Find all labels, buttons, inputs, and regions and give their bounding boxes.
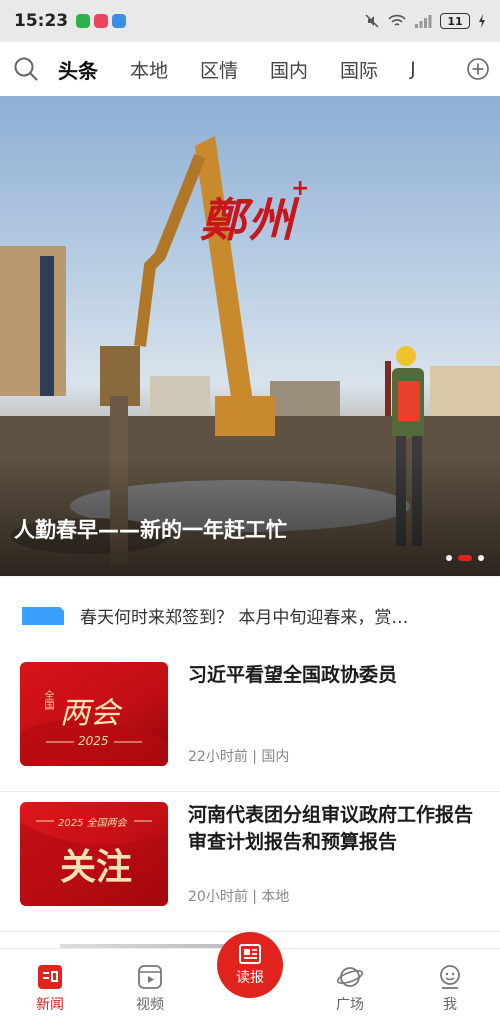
- tab-more-partial[interactable]: J: [394, 58, 432, 80]
- search-button[interactable]: [0, 42, 52, 96]
- news-thumbnail: 2025 全国两会 关注: [20, 802, 168, 906]
- carousel-dots: [446, 555, 484, 561]
- tab-international[interactable]: 国际: [324, 56, 394, 83]
- nav-video[interactable]: 视频: [100, 948, 200, 1020]
- battery-icon: 11: [440, 13, 470, 29]
- news-body: 河南代表团分组审议政府工作报告 审查计划报告和预算报告 20小时前 | 本地: [188, 802, 480, 906]
- nav-reader[interactable]: 读报: [200, 932, 300, 1020]
- tab-headlines[interactable]: 头条: [52, 55, 114, 84]
- signal-icon: [415, 15, 432, 28]
- status-bar: 15:23 11: [0, 0, 500, 42]
- plus-circle-icon: [467, 58, 489, 80]
- thumb-caption-year: 2025: [78, 734, 109, 748]
- charging-icon: [479, 14, 485, 28]
- zhengzhou-logo: 鄭州: [200, 193, 296, 247]
- wifi-icon: [388, 14, 406, 26]
- news-thumbnail: 全国 两会 2025: [20, 662, 168, 766]
- thumb-caption-main: 关注: [60, 846, 133, 888]
- nav-label: 读报: [236, 970, 264, 986]
- add-channel-button[interactable]: [456, 42, 500, 96]
- tab-district[interactable]: 区情: [184, 56, 254, 83]
- tab-domestic[interactable]: 国内: [254, 56, 324, 83]
- app-root: 15:23 11 头条 本地 区情 国内 国际 J 鄭州 + 人勤春早——新的一…: [0, 0, 500, 1020]
- status-time: 15:23: [14, 11, 69, 31]
- reader-button[interactable]: 读报: [217, 932, 283, 998]
- nav-label: 视频: [136, 997, 164, 1013]
- video-icon: [138, 965, 162, 989]
- search-icon: [14, 57, 38, 81]
- thumb-caption-small: 全国: [42, 690, 53, 710]
- news-item[interactable]: 全国 两会 2025 习近平看望全国政协委员 22小时前 | 国内: [0, 654, 500, 792]
- thumb-caption-small: 2025 全国两会: [58, 818, 127, 829]
- top-banner[interactable]: 鄭州 + 人勤春早——新的一年赶工忙: [0, 96, 500, 576]
- tab-local[interactable]: 本地: [114, 56, 184, 83]
- app-notification-icon: [94, 14, 109, 28]
- nav-label: 广场: [336, 997, 364, 1013]
- carousel-dot[interactable]: [478, 555, 484, 561]
- news-ticker[interactable]: 春天何时来郑签到？ 本月中旬迎春来，赏…: [0, 576, 500, 654]
- profile-icon: [440, 965, 460, 989]
- carousel-dot-active[interactable]: [458, 555, 472, 561]
- newspaper-icon: [239, 944, 261, 964]
- logo-plus-mark: +: [291, 176, 310, 201]
- ticker-headline: 春天何时来郑签到？ 本月中旬迎春来，赏…: [80, 608, 409, 628]
- app-notification-icon: [112, 14, 127, 28]
- banner-caption: 人勤春早——新的一年赶工忙: [14, 518, 287, 542]
- nav-me[interactable]: 我: [400, 948, 500, 1020]
- nav-label: 我: [443, 997, 457, 1013]
- bottom-nav: 新闻 视频 读报 广场 我: [0, 932, 500, 1020]
- news-meta: 22小时前 | 国内: [188, 749, 290, 765]
- status-indicators: 11: [364, 13, 486, 29]
- channel-tabs: 头条 本地 区情 国内 国际 J: [52, 42, 456, 96]
- top-nav: 头条 本地 区情 国内 国际 J: [0, 42, 500, 96]
- nav-news[interactable]: 新闻: [0, 948, 100, 1020]
- news-item[interactable]: 2025 全国两会 关注 河南代表团分组审议政府工作报告 审查计划报告和预算报告…: [0, 794, 500, 932]
- mute-icon: [365, 14, 379, 28]
- news-title: 习近平看望全国政协委员: [188, 664, 398, 686]
- thumb-caption-main: 两会: [60, 696, 120, 731]
- ticker-tag-icon: [22, 606, 64, 625]
- news-body: 习近平看望全国政协委员 22小时前 | 国内: [188, 662, 480, 766]
- nav-square[interactable]: 广场: [300, 948, 400, 1020]
- planet-icon: [336, 967, 364, 987]
- carousel-dot[interactable]: [446, 555, 452, 561]
- app-notification-icon: [76, 14, 91, 28]
- nav-label: 新闻: [36, 997, 64, 1013]
- news-title: 河南代表团分组审议政府工作报告 审查计划报告和预算报告: [188, 804, 474, 853]
- news-icon: [38, 965, 62, 989]
- news-meta: 20小时前 | 本地: [188, 889, 290, 905]
